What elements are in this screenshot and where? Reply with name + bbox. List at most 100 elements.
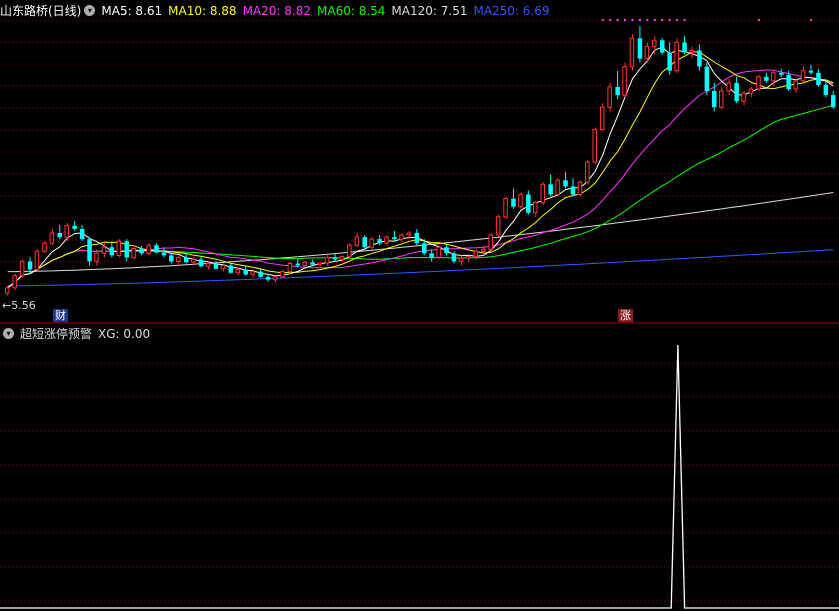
candle [414, 228, 420, 246]
candle [570, 178, 576, 197]
candle [109, 241, 115, 258]
candle [458, 255, 464, 266]
signal-dot [810, 19, 812, 21]
candle [622, 62, 627, 98]
candle [704, 62, 710, 96]
candle [488, 233, 493, 252]
signal-dot [661, 19, 664, 21]
main-panel-header: 山东路桥(日线) ▾ MA5: 8.61 MA10: 8.88 MA20: 8.82 MA… [0, 2, 562, 20]
candle [64, 222, 69, 242]
indicator-menu-icon[interactable]: ▾ [3, 328, 14, 339]
low-price-marker: ←5.56 [2, 299, 36, 312]
indicator-menu-icon[interactable]: ▾ [84, 5, 96, 16]
sub-panel-value: XG: 0.00 [98, 327, 151, 341]
candle [399, 233, 404, 242]
candle [726, 78, 731, 96]
event-badge-limit-up[interactable]: 涨 [618, 309, 633, 322]
candle [280, 269, 285, 279]
candle [637, 26, 643, 63]
candle [116, 239, 121, 258]
candle [131, 245, 136, 260]
candle [124, 239, 129, 262]
candle [154, 243, 159, 254]
candle [660, 38, 665, 55]
candle [49, 228, 55, 246]
signal-dot [668, 19, 671, 21]
signal-dot [631, 19, 634, 21]
candle [518, 192, 523, 209]
signal-dot [624, 19, 626, 21]
signal-line [0, 344, 839, 609]
candle [533, 200, 538, 217]
candle [139, 246, 144, 256]
candle [831, 91, 836, 110]
arrow-left-icon: ← [2, 299, 12, 312]
ma-legend-item: MA120: 7.51 [391, 4, 468, 18]
sub-panel-header: ▾ 超短涨停预警 XG: 0.00 [0, 325, 156, 343]
candle [228, 263, 234, 274]
signal-dot [676, 19, 679, 21]
candle [146, 243, 151, 256]
candle [629, 34, 635, 71]
candle [495, 214, 501, 238]
candle [243, 266, 248, 276]
candle [176, 255, 181, 266]
signal-dot [757, 19, 760, 21]
candle [161, 247, 167, 258]
candle [674, 38, 679, 73]
candle [72, 220, 77, 232]
candle [213, 260, 219, 270]
candle [57, 224, 62, 240]
event-badge-finance[interactable]: 财 [53, 309, 68, 322]
candle [12, 273, 17, 290]
candle [526, 190, 531, 215]
candle [682, 36, 687, 55]
ma-legend-item: MA5: 8.61 [101, 4, 163, 18]
candle [511, 188, 516, 209]
candle [563, 172, 568, 189]
candle [205, 261, 211, 270]
candle [585, 160, 590, 185]
candle [615, 70, 620, 100]
candle [719, 86, 724, 110]
signal-dot [638, 19, 641, 21]
ma-legend-item: MA20: 8.82 [242, 4, 311, 18]
low-price-label: 5.56 [11, 299, 36, 312]
candle [354, 233, 360, 248]
candle [592, 127, 597, 165]
candle [42, 241, 47, 254]
candle [347, 243, 352, 259]
sub-panel-title: 超短涨停预警 [20, 327, 93, 341]
signal-dot [601, 19, 604, 21]
ma-legend-item: MA60: 8.54 [317, 4, 386, 18]
candle [19, 259, 25, 278]
candle [287, 261, 293, 274]
candle [79, 224, 85, 242]
candle [555, 178, 560, 197]
candle [369, 237, 374, 250]
candle [741, 91, 746, 106]
stock-chart[interactable] [0, 0, 839, 611]
candle [816, 68, 821, 87]
candle [540, 182, 545, 205]
candle [258, 268, 263, 278]
candle [607, 82, 612, 112]
sub-panel-grid [0, 362, 839, 602]
candle [748, 86, 754, 98]
candle [384, 235, 389, 246]
candle [377, 235, 382, 246]
candle [823, 80, 829, 98]
candle [362, 235, 367, 250]
candle [503, 196, 508, 219]
signal-dot [653, 19, 656, 21]
candle [87, 237, 92, 266]
candle [808, 64, 814, 75]
candle [577, 180, 583, 197]
stock-title: 山东路桥(日线) [0, 4, 82, 18]
candle [756, 74, 761, 92]
candle [198, 256, 204, 268]
candle [667, 42, 672, 75]
ma-legend: MA5: 8.61 MA10: 8.88 MA20: 8.82 MA60: 8.54 M… [101, 4, 555, 18]
candle [444, 244, 449, 256]
ma120-line [7, 192, 834, 273]
